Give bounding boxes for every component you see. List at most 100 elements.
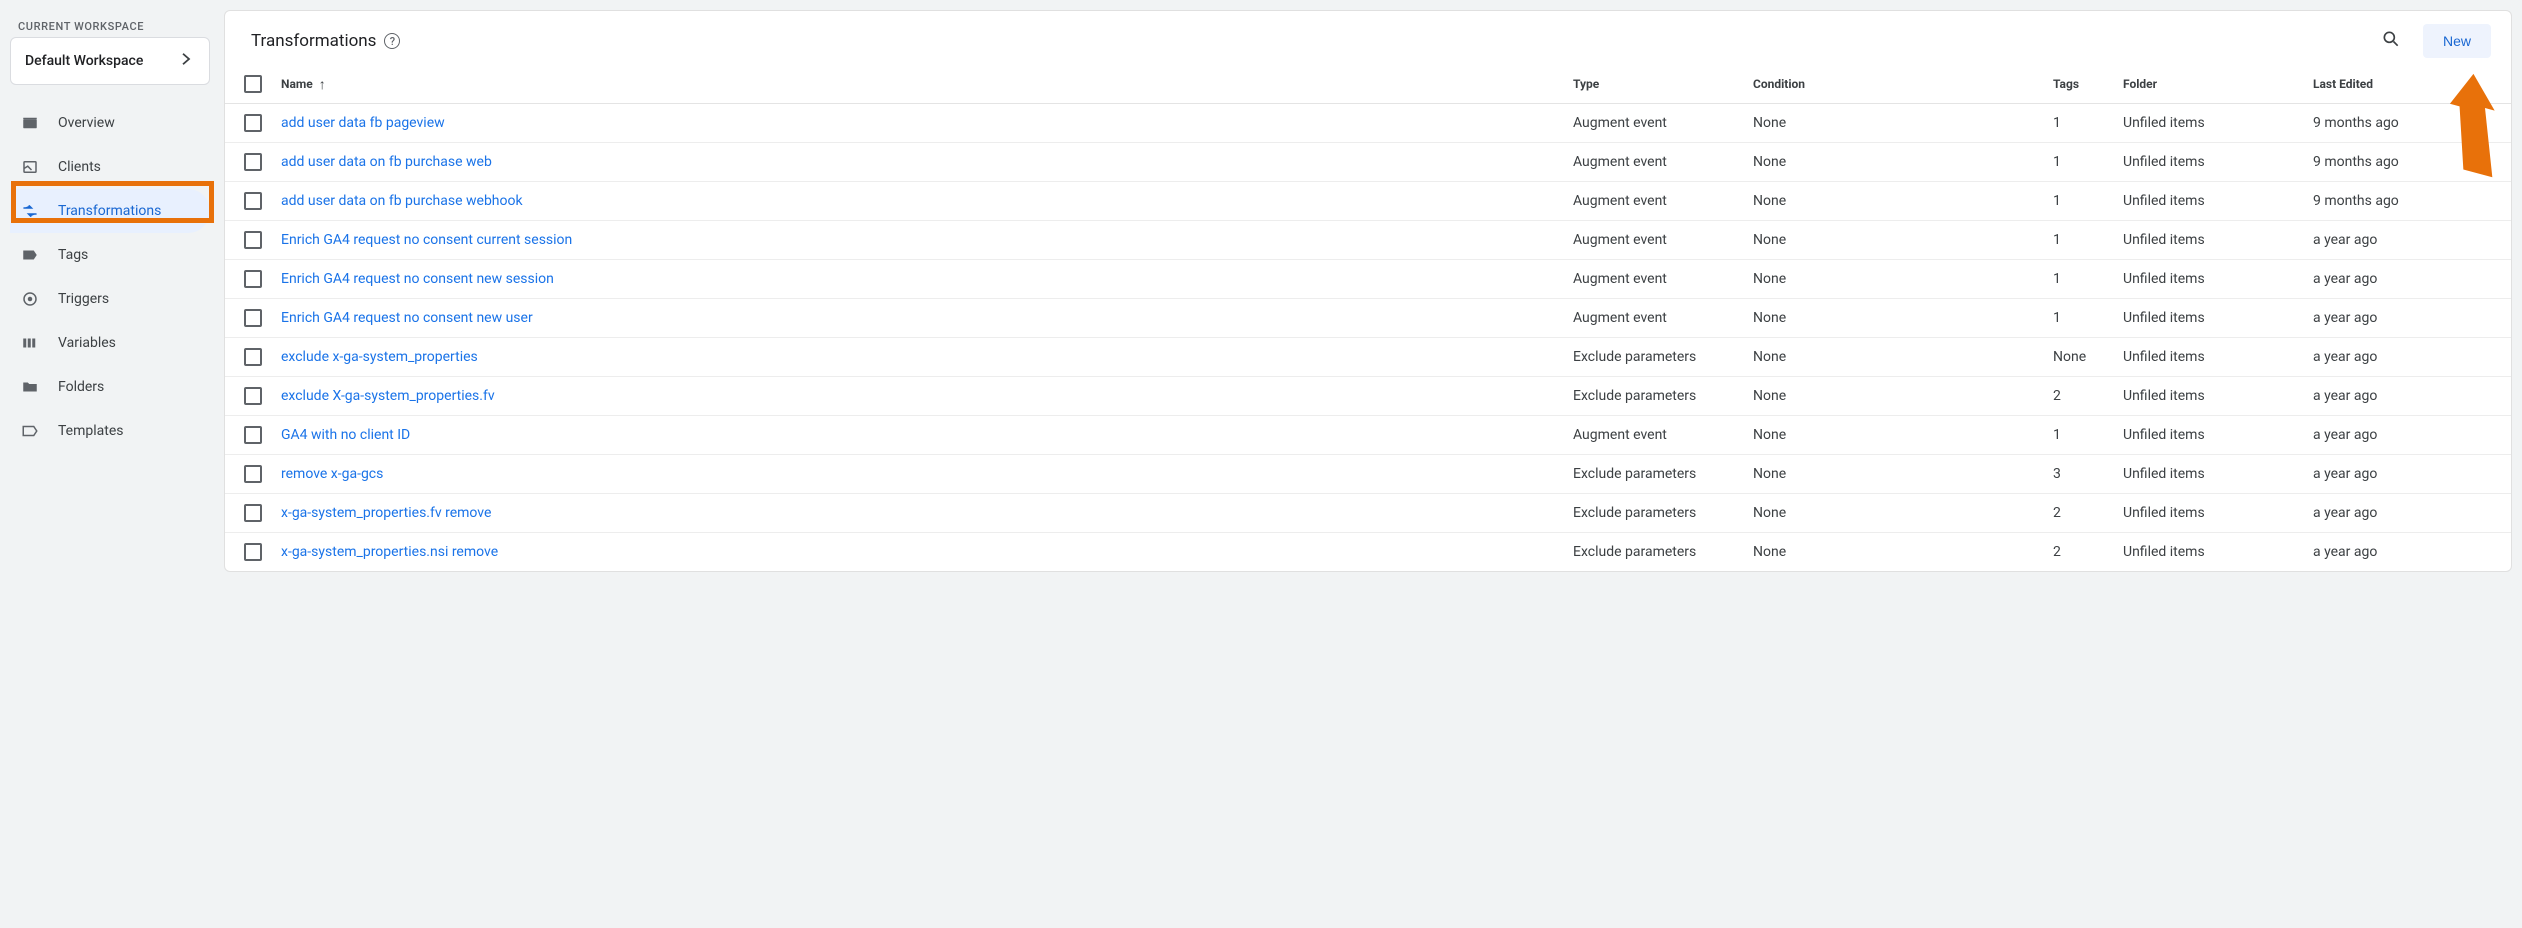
row-tags: None: [2053, 349, 2123, 365]
row-type: Augment event: [1573, 427, 1753, 443]
table-row[interactable]: add user data fb pageviewAugment eventNo…: [225, 104, 2511, 143]
row-tags: 1: [2053, 193, 2123, 209]
row-name-link[interactable]: x-ga-system_properties.fv remove: [281, 505, 1573, 521]
column-header-name[interactable]: Name ↑: [281, 76, 1573, 93]
table-row[interactable]: add user data on fb purchase webAugment …: [225, 143, 2511, 182]
table-row[interactable]: Enrich GA4 request no consent new sessio…: [225, 260, 2511, 299]
new-button[interactable]: New: [2423, 24, 2491, 58]
row-tags: 1: [2053, 427, 2123, 443]
row-tags: 2: [2053, 505, 2123, 521]
row-name-link[interactable]: Enrich GA4 request no consent new sessio…: [281, 271, 1573, 287]
row-lastedited: a year ago: [2313, 349, 2493, 365]
sidebar-item-transformations[interactable]: Transformations: [10, 189, 210, 233]
row-tags: 1: [2053, 154, 2123, 170]
row-type: Exclude parameters: [1573, 505, 1753, 521]
table-row[interactable]: GA4 with no client IDAugment eventNone1U…: [225, 416, 2511, 455]
column-header-lastedited[interactable]: Last Edited: [2313, 77, 2493, 91]
row-condition: None: [1753, 427, 2053, 443]
row-condition: None: [1753, 310, 2053, 326]
row-name-link[interactable]: add user data fb pageview: [281, 115, 1573, 131]
row-type: Exclude parameters: [1573, 388, 1753, 404]
row-checkbox[interactable]: [244, 387, 262, 405]
row-checkbox[interactable]: [244, 543, 262, 561]
column-header-type[interactable]: Type: [1573, 77, 1753, 91]
row-checkbox[interactable]: [244, 153, 262, 171]
sidebar-item-tags[interactable]: Tags: [10, 233, 210, 277]
column-header-condition[interactable]: Condition: [1753, 77, 2053, 91]
row-checkbox[interactable]: [244, 270, 262, 288]
workspace-name: Default Workspace: [25, 53, 143, 69]
select-all-checkbox[interactable]: [244, 75, 262, 93]
workspace-selector[interactable]: Default Workspace: [10, 37, 210, 85]
sidebar-item-triggers[interactable]: Triggers: [10, 277, 210, 321]
row-folder: Unfiled items: [2123, 505, 2313, 521]
row-lastedited: a year ago: [2313, 271, 2493, 287]
sidebar-item-folders[interactable]: Folders: [10, 365, 210, 409]
row-name-link[interactable]: exclude X-ga-system_properties.fv: [281, 388, 1573, 404]
row-folder: Unfiled items: [2123, 232, 2313, 248]
page-title: Transformations: [251, 31, 376, 51]
row-lastedited: a year ago: [2313, 310, 2493, 326]
sidebar-item-label: Overview: [58, 115, 115, 131]
row-name-link[interactable]: Enrich GA4 request no consent current se…: [281, 232, 1573, 248]
help-icon[interactable]: ?: [384, 33, 400, 49]
row-checkbox[interactable]: [244, 309, 262, 327]
table-row[interactable]: exclude x-ga-system_propertiesExclude pa…: [225, 338, 2511, 377]
sidebar-item-variables[interactable]: Variables: [10, 321, 210, 365]
column-header-folder[interactable]: Folder: [2123, 77, 2313, 91]
row-folder: Unfiled items: [2123, 154, 2313, 170]
variables-icon: [20, 333, 40, 353]
tags-icon: [20, 245, 40, 265]
row-tags: 1: [2053, 115, 2123, 131]
table-row[interactable]: add user data on fb purchase webhookAugm…: [225, 182, 2511, 221]
row-condition: None: [1753, 154, 2053, 170]
sidebar-item-label: Templates: [58, 423, 124, 439]
row-tags: 1: [2053, 271, 2123, 287]
row-name-link[interactable]: add user data on fb purchase webhook: [281, 193, 1573, 209]
row-name-link[interactable]: exclude x-ga-system_properties: [281, 349, 1573, 365]
workspace-section-label: CURRENT WORKSPACE: [10, 10, 210, 37]
table-row[interactable]: exclude X-ga-system_properties.fvExclude…: [225, 377, 2511, 416]
transformations-icon: [20, 201, 40, 221]
row-lastedited: a year ago: [2313, 466, 2493, 482]
sidebar-item-templates[interactable]: Templates: [10, 409, 210, 453]
row-condition: None: [1753, 232, 2053, 248]
row-name-link[interactable]: x-ga-system_properties.nsi remove: [281, 544, 1573, 560]
row-lastedited: a year ago: [2313, 427, 2493, 443]
sidebar-item-label: Clients: [58, 159, 101, 175]
row-type: Augment event: [1573, 115, 1753, 131]
main-panel: Transformations ? New Name ↑ Type Condit…: [224, 10, 2512, 572]
row-checkbox[interactable]: [244, 426, 262, 444]
row-checkbox[interactable]: [244, 192, 262, 210]
row-checkbox[interactable]: [244, 504, 262, 522]
row-checkbox[interactable]: [244, 348, 262, 366]
row-type: Augment event: [1573, 232, 1753, 248]
row-type: Exclude parameters: [1573, 544, 1753, 560]
table-row[interactable]: remove x-ga-gcsExclude parametersNone3Un…: [225, 455, 2511, 494]
row-lastedited: a year ago: [2313, 505, 2493, 521]
row-lastedited: a year ago: [2313, 544, 2493, 560]
row-name-link[interactable]: GA4 with no client ID: [281, 427, 1573, 443]
templates-icon: [20, 421, 40, 441]
sidebar-item-clients[interactable]: Clients: [10, 145, 210, 189]
table-row[interactable]: x-ga-system_properties.fv removeExclude …: [225, 494, 2511, 533]
table-row[interactable]: x-ga-system_properties.nsi removeExclude…: [225, 533, 2511, 571]
table-row[interactable]: Enrich GA4 request no consent current se…: [225, 221, 2511, 260]
row-folder: Unfiled items: [2123, 349, 2313, 365]
table-row[interactable]: Enrich GA4 request no consent new userAu…: [225, 299, 2511, 338]
row-tags: 1: [2053, 310, 2123, 326]
row-checkbox[interactable]: [244, 465, 262, 483]
sidebar-item-label: Transformations: [58, 203, 161, 219]
column-header-tags[interactable]: Tags: [2053, 77, 2123, 91]
row-checkbox[interactable]: [244, 114, 262, 132]
sidebar-item-label: Tags: [58, 247, 88, 263]
row-checkbox[interactable]: [244, 231, 262, 249]
sidebar-item-label: Triggers: [58, 291, 109, 307]
row-name-link[interactable]: remove x-ga-gcs: [281, 466, 1573, 482]
search-button[interactable]: [2373, 23, 2409, 59]
row-name-link[interactable]: Enrich GA4 request no consent new user: [281, 310, 1573, 326]
row-folder: Unfiled items: [2123, 427, 2313, 443]
sidebar-item-overview[interactable]: Overview: [10, 101, 210, 145]
row-name-link[interactable]: add user data on fb purchase web: [281, 154, 1573, 170]
sidebar-item-label: Variables: [58, 335, 116, 351]
